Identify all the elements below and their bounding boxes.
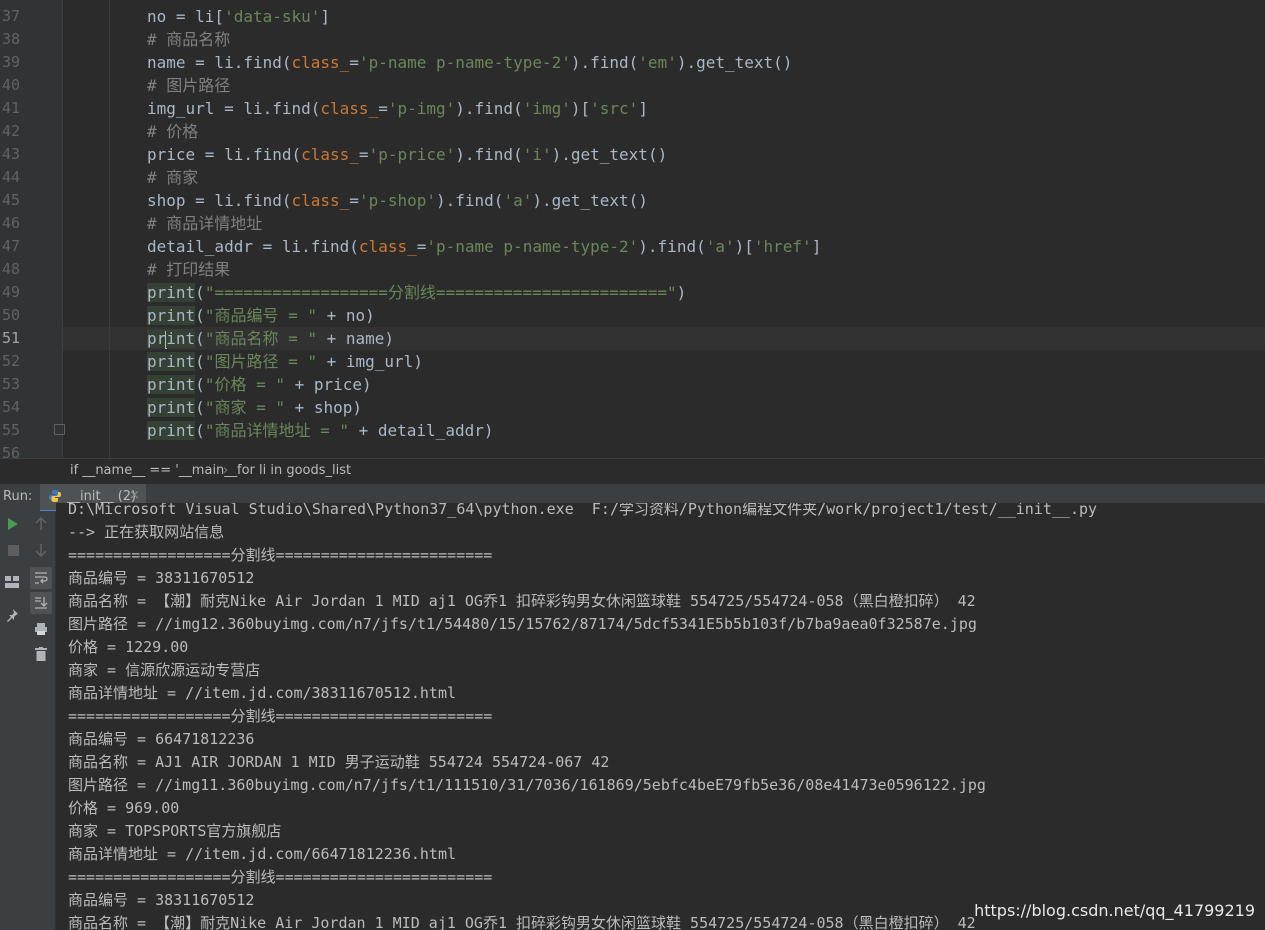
code-line: price = li.find(class_='p-price').find('… [147, 145, 668, 164]
console-line: ==================分割线===================… [68, 868, 493, 886]
console-line: 商品编号 = 38311670512 [68, 569, 255, 587]
line-number-gutter: 37 38 39 40 41 42 43 44 45 46 47 48 49 5… [0, 0, 63, 458]
code-line: no = li['data-sku'] [147, 7, 331, 26]
line-number-current: 51 [1, 329, 20, 347]
console-line: --> 正在获取网站信息 [68, 523, 225, 541]
console-line: 商家 = 信源欣源运动专营店 [68, 661, 261, 679]
line-number: 42 [1, 122, 20, 140]
console-toolbar [28, 511, 56, 930]
soft-wrap-icon[interactable] [30, 567, 52, 589]
console-line: 商品编号 = 66471812236 [68, 730, 255, 748]
line-number: 56 [1, 444, 20, 458]
line-number: 47 [1, 237, 20, 255]
console-line: 商家 = TOPSPORTS官方旗舰店 [68, 822, 282, 840]
line-number: 52 [1, 352, 20, 370]
line-number: 49 [1, 283, 20, 301]
code-comment: # 商品名称 [147, 30, 231, 49]
run-label: Run: [3, 489, 33, 504]
code-line: name = li.find(class_='p-name p-name-typ… [147, 53, 793, 72]
up-arrow-icon[interactable] [31, 514, 51, 534]
stop-icon[interactable] [3, 540, 23, 560]
console-line: 商品编号 = 38311670512 [68, 891, 255, 909]
run-toolbar [0, 511, 28, 930]
line-number: 41 [1, 99, 20, 117]
pin-icon[interactable] [2, 605, 22, 625]
console-line: 商品详情地址 = //item.jd.com/66471812236.html [68, 845, 457, 863]
console-line: 价格 = 969.00 [68, 799, 180, 817]
line-number: 54 [1, 398, 20, 416]
fold-marker-icon[interactable] [54, 424, 65, 435]
console-line: ==================分割线===================… [68, 707, 493, 725]
rerun-icon[interactable] [3, 514, 23, 534]
console-line: D:\Microsoft Visual Studio\Shared\Python… [68, 503, 1098, 518]
code-line: print("商品编号 = " + no) [147, 306, 375, 325]
code-line: detail_addr = li.find(class_='p-name p-n… [147, 237, 822, 256]
line-number: 37 [1, 7, 20, 25]
line-number: 48 [1, 260, 20, 278]
line-number: 55 [1, 421, 20, 439]
console-line: 商品详情地址 = //item.jd.com/38311670512.html [68, 684, 457, 702]
console-line: 商品名称 = 【潮】耐克Nike Air Jordan 1 MID aj1 OG… [68, 592, 976, 610]
indent-guide [109, 0, 110, 458]
code-comment: # 商品详情地址 [147, 214, 263, 233]
console-line: 商品名称 = 【潮】耐克Nike Air Jordan 1 MID aj1 OG… [68, 914, 976, 930]
console-output[interactable]: D:\Microsoft Visual Studio\Shared\Python… [56, 503, 1265, 930]
line-number: 38 [1, 30, 20, 48]
close-icon[interactable]: × [129, 488, 140, 503]
code-editor[interactable]: 37 38 39 40 41 42 43 44 45 46 47 48 49 5… [0, 0, 1265, 458]
watermark-text: https://blog.csdn.net/qq_41799219 [974, 901, 1255, 920]
code-line: img_url = li.find(class_='p-img').find('… [147, 99, 648, 118]
breadcrumb: if __name__ == '__main__' › for li in go… [0, 458, 1265, 484]
breadcrumb-item[interactable]: if __name__ == '__main__' [70, 463, 241, 478]
line-number: 53 [1, 375, 20, 393]
code-comment: # 商家 [147, 168, 199, 187]
print-icon[interactable] [31, 619, 51, 639]
down-arrow-icon[interactable] [31, 540, 51, 560]
code-line: print("图片路径 = " + img_url) [147, 352, 423, 371]
line-number: 44 [1, 168, 20, 186]
trash-icon[interactable] [31, 644, 51, 664]
console-line: 商品名称 = AJ1 AIR JORDAN 1 MID 男子运动鞋 554724… [68, 753, 610, 771]
code-comment: # 打印结果 [147, 260, 231, 279]
line-number: 50 [1, 306, 20, 324]
code-line: print("价格 = " + price) [147, 375, 372, 394]
code-line: print("商品详情地址 = " + detail_addr) [147, 421, 494, 440]
code-line: shop = li.find(class_='p-shop').find('a'… [147, 191, 648, 210]
run-tab-label: __init__ (2) [67, 489, 137, 504]
code-line: print("==================分割线============… [147, 283, 687, 302]
console-line: 图片路径 = //img11.360buyimg.com/n7/jfs/t1/1… [68, 776, 986, 794]
line-number: 40 [1, 76, 20, 94]
breadcrumb-separator: › [223, 463, 229, 478]
line-number: 43 [1, 145, 20, 163]
code-comment: # 价格 [147, 122, 199, 141]
console-line: 图片路径 = //img12.360buyimg.com/n7/jfs/t1/5… [68, 615, 977, 633]
console-line: ==================分割线===================… [68, 546, 493, 564]
line-number: 45 [1, 191, 20, 209]
code-comment: # 图片路径 [147, 76, 231, 95]
code-line-current: print("商品名称 = " + name) [147, 329, 395, 349]
line-number: 39 [1, 53, 20, 71]
line-number: 46 [1, 214, 20, 232]
console-line: 价格 = 1229.00 [68, 638, 189, 656]
scroll-to-end-icon[interactable] [30, 592, 52, 614]
layout-icon[interactable] [2, 572, 22, 592]
breadcrumb-item[interactable]: for li in goods_list [237, 463, 351, 478]
code-line: print("商家 = " + shop) [147, 398, 363, 417]
